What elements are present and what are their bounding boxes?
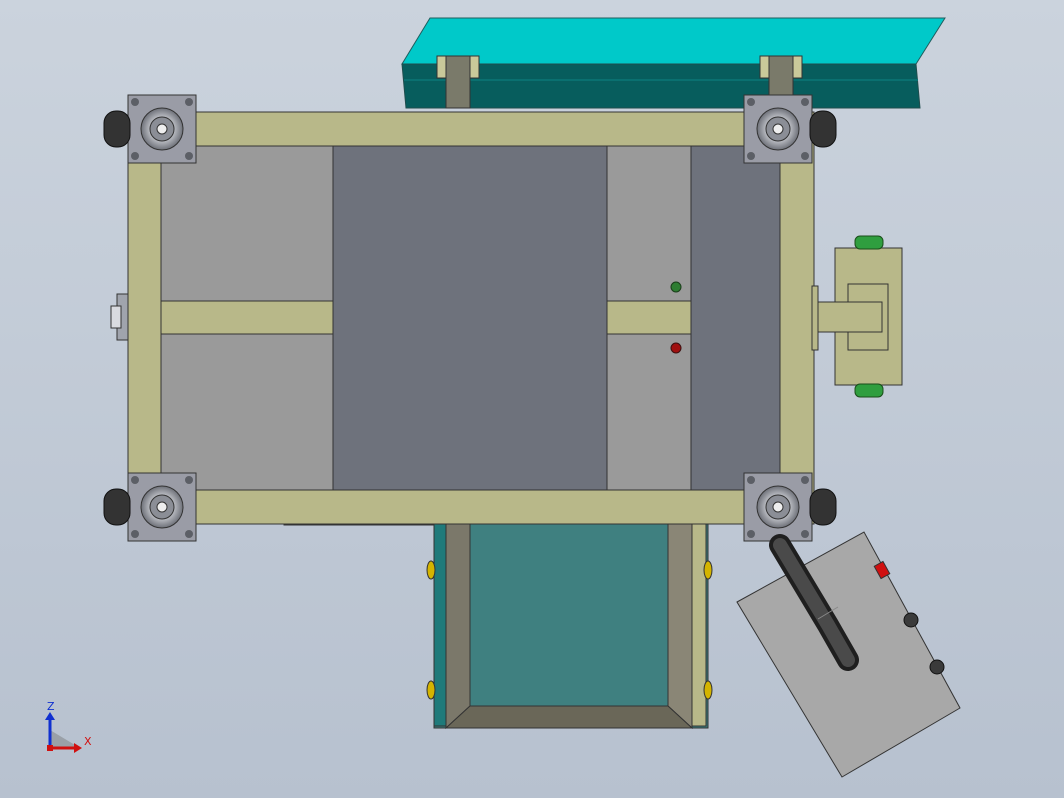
control-knob xyxy=(929,659,945,675)
indicator-green xyxy=(670,281,682,293)
cad-drawing: Z X xyxy=(0,0,1064,798)
panel-left-upper xyxy=(160,145,334,302)
green-roller-bottom xyxy=(854,383,884,398)
panel-left-lower xyxy=(160,333,334,491)
top-chute xyxy=(401,17,946,109)
green-roller-top xyxy=(854,235,884,250)
lower-hopper xyxy=(426,519,713,730)
main-frame xyxy=(127,111,815,525)
control-knob xyxy=(903,612,919,628)
panel-far-right xyxy=(690,145,781,491)
panel-right-lower xyxy=(606,333,692,491)
hopper-bolt xyxy=(703,680,713,700)
z-axis-label: Z xyxy=(47,700,55,713)
cad-viewport[interactable]: Z X xyxy=(0,0,1064,798)
hopper-bolt xyxy=(703,560,713,580)
x-axis-label: X xyxy=(84,735,92,748)
panel-right-upper xyxy=(606,145,692,302)
hopper-bolt xyxy=(426,680,436,700)
hopper-bolt xyxy=(426,560,436,580)
panel-center xyxy=(332,145,608,491)
indicator-red xyxy=(670,342,682,354)
